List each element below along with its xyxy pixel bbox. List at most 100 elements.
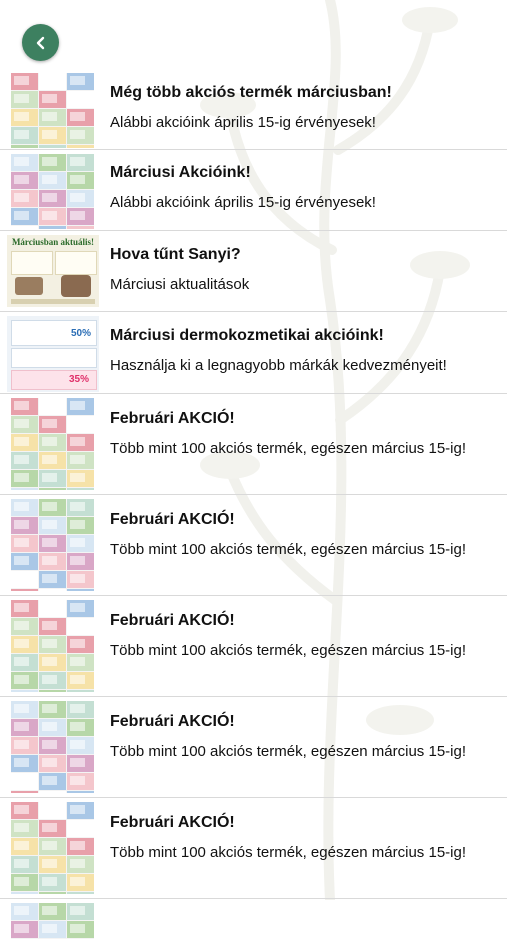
thumbnail-tile [39, 838, 66, 855]
thumbnail-tile [39, 452, 66, 469]
thumbnail-tile [39, 517, 66, 534]
thumbnail-tile [67, 452, 94, 469]
item-title: Februári AKCIÓ! [110, 410, 235, 427]
thumbnail-tile [67, 636, 94, 653]
list-item[interactable]: Még több akciós termék márciusban! Alább… [0, 69, 507, 150]
thumbnail-tile [39, 719, 66, 736]
thumbnail-tile [11, 470, 38, 487]
thumbnail-tile [11, 820, 38, 837]
thumbnail-tile [67, 856, 94, 873]
thumbnail-tile [67, 802, 94, 819]
list-item[interactable]: Februári AKCIÓ! Több mint 100 akciós ter… [0, 596, 507, 697]
thumbnail-tile [39, 91, 66, 108]
flyer-thumbnail [11, 802, 94, 894]
thumbnail-tile [39, 470, 66, 487]
item-subtitle: Alábbi akcióink április 15-ig érvényesek… [110, 114, 376, 131]
thumbnail-tile [67, 154, 94, 171]
thumbnail-tile [39, 499, 66, 516]
thumbnail-tile [67, 672, 94, 689]
thumbnail-tile [11, 856, 38, 873]
thumbnail-tile [67, 921, 94, 938]
thumbnail-tile [67, 190, 94, 207]
thumbnail-tile [39, 802, 66, 819]
list-item[interactable]: Márciusi Akcióink! Alábbi akcióink ápril… [0, 150, 507, 231]
thumbnail-tile [39, 172, 66, 189]
thumbnail-tile [11, 802, 38, 819]
thumbnail-tile [67, 589, 94, 591]
thumbnail-tile [11, 921, 38, 938]
thumbnail-tile [11, 398, 38, 415]
thumbnail-tile [67, 145, 94, 148]
thumbnail-tile [67, 488, 94, 490]
thumbnail-tile [11, 571, 38, 588]
thumbnail-tile [11, 690, 38, 692]
news-list: Még több akciós termék márciusban! Alább… [0, 69, 507, 939]
thumbnail-tile [39, 874, 66, 891]
flyer-thumbnail [11, 701, 94, 793]
thumbnail-tile [11, 654, 38, 671]
discount-badge: 50% [71, 328, 92, 339]
list-item[interactable]: Februári AKCIÓ! Több mint 100 akciós ter… [0, 798, 507, 899]
thumbnail-tile [11, 737, 38, 754]
flyer-thumbnail [11, 398, 94, 490]
thumbnail-tile [67, 172, 94, 189]
thumbnail-tile [39, 856, 66, 873]
flyer-thumbnail [11, 73, 94, 148]
thumbnail-heading: Márciusban aktuális! [11, 237, 95, 247]
item-title: Februári AKCIÓ! [110, 511, 235, 528]
thumbnail-tile [39, 654, 66, 671]
thumbnail-tile [11, 838, 38, 855]
thumbnail-tile [67, 226, 94, 229]
thumbnail-tile [67, 91, 94, 108]
thumbnail-tile [67, 903, 94, 920]
thumbnail-tile [39, 690, 66, 692]
list-item[interactable] [0, 899, 507, 939]
thumbnail-tile [11, 618, 38, 635]
item-title: Februári AKCIÓ! [110, 814, 235, 831]
thumbnail-tile [67, 73, 94, 90]
thumbnail-tile [67, 820, 94, 837]
thumbnail-tile [11, 208, 38, 225]
thumbnail-tile [67, 398, 94, 415]
thumbnail-tile [67, 499, 94, 516]
thumbnail-tile [11, 73, 38, 90]
thumbnail-tile [39, 226, 66, 229]
thumbnail-tile [39, 553, 66, 570]
thumbnail-tile [67, 773, 94, 790]
thumbnail-tile [11, 791, 38, 793]
thumbnail-tile [39, 398, 66, 415]
list-item[interactable]: Márciusban aktuális! Hova tűnt Sanyi? Má… [0, 231, 507, 312]
discount-badge: 35% [69, 374, 90, 385]
thumbnail-tile [11, 154, 38, 171]
thumbnail-tile [39, 701, 66, 718]
item-title: Februári AKCIÓ! [110, 713, 235, 730]
thumbnail-tile [67, 690, 94, 692]
back-button[interactable] [22, 24, 59, 61]
thumbnail-tile [67, 553, 94, 570]
thumbnail-tile [11, 127, 38, 144]
thumbnail-tile [67, 719, 94, 736]
thumbnail-tile [39, 145, 66, 148]
thumbnail-tile [67, 416, 94, 433]
news-thumbnail: Márciusban aktuális! [7, 235, 99, 307]
thumbnail-tile [67, 208, 94, 225]
thumbnail-tile [67, 535, 94, 552]
thumbnail-tile [39, 488, 66, 490]
thumbnail-tile [11, 452, 38, 469]
flyer-thumbnail [11, 154, 94, 229]
thumbnail-tile [11, 874, 38, 891]
thumbnail-tile [39, 73, 66, 90]
item-title: Márciusi dermokozmetikai akcióink! [110, 327, 384, 344]
thumbnail-tile [67, 791, 94, 793]
item-title: Még több akciós termék márciusban! [110, 84, 392, 101]
thumbnail-tile [39, 618, 66, 635]
list-item[interactable]: 50% 35% Márciusi dermokozmetikai akcióin… [0, 312, 507, 394]
list-item[interactable]: Februári AKCIÓ! Több mint 100 akciós ter… [0, 495, 507, 596]
thumbnail-tile [67, 701, 94, 718]
list-item[interactable]: Februári AKCIÓ! Több mint 100 akciós ter… [0, 394, 507, 495]
thumbnail-tile [39, 755, 66, 772]
list-item[interactable]: Februári AKCIÓ! Több mint 100 akciós ter… [0, 697, 507, 798]
thumbnail-tile [39, 773, 66, 790]
thumbnail-tile [11, 109, 38, 126]
thumbnail-tile [39, 903, 66, 920]
